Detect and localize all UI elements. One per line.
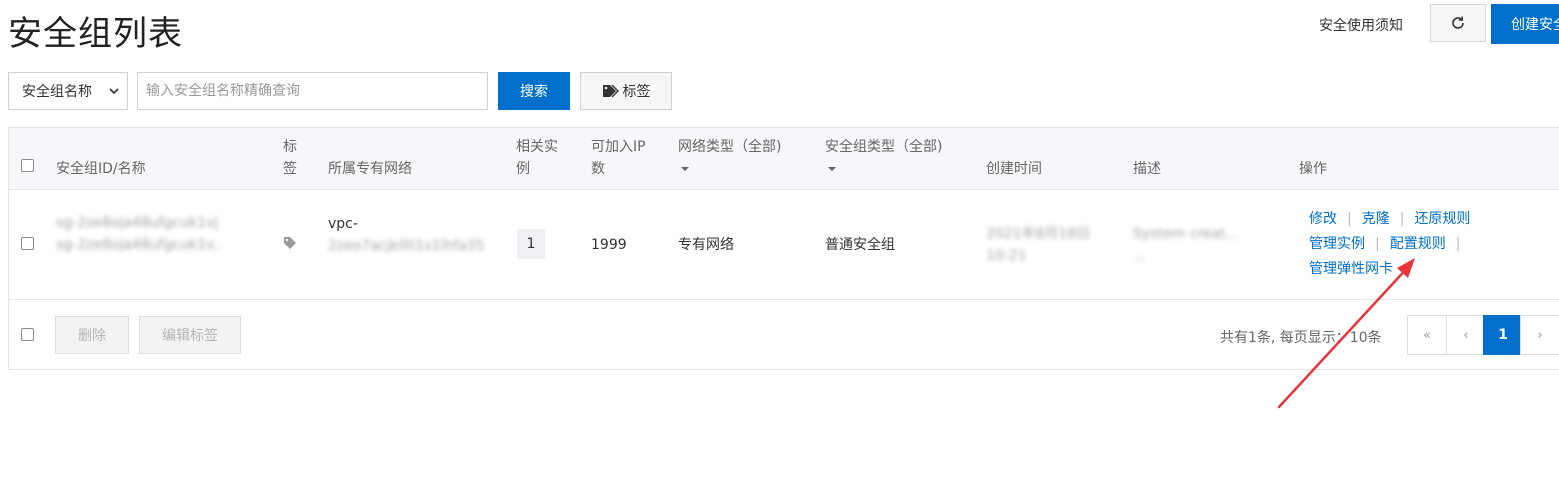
next-page-button[interactable]: › [1520, 315, 1559, 355]
edit-tags-button[interactable]: 编辑标签 [139, 316, 241, 354]
tag-icon [284, 237, 296, 249]
table-row: sg-2ze8oja48ufgcuk1vj sg-2ze8oja48ufgcuk… [9, 190, 1559, 300]
col-created: 创建时间 [986, 161, 1042, 177]
col-sg-type-filter[interactable]: 安全组类型（全部) [825, 136, 942, 180]
col-vpc: 所属专有网络 [328, 161, 412, 177]
filter-type-select[interactable]: 安全组名称 [8, 72, 128, 110]
security-group-id[interactable]: sg-2ze8oja48ufgcuk1vj sg-2ze8oja48ufgcuk… [56, 212, 222, 256]
caret-down-icon [828, 167, 836, 171]
filter-type-label: 安全组名称 [22, 84, 92, 100]
table-header: 安全组ID/名称 标签 所属专有网络 相关实例 可加入IP 数 网络类型（全部) … [9, 128, 1559, 190]
create-security-group-button[interactable]: 创建安全 [1491, 4, 1559, 44]
modify-link[interactable]: 修改 [1309, 211, 1337, 227]
row-checkbox[interactable] [21, 237, 34, 250]
security-notice-link[interactable]: 安全使用须知 [1319, 15, 1403, 35]
row-tag-icon-wrap[interactable] [283, 235, 297, 257]
col-tag: 标签 [283, 139, 297, 177]
col-ip-count: 可加入IP 数 [591, 139, 646, 177]
footer-select-all-checkbox[interactable] [21, 328, 34, 341]
manage-instances-link[interactable]: 管理实例 [1309, 236, 1365, 252]
select-all-checkbox[interactable] [21, 159, 34, 172]
row-actions: 修改 | 克隆 | 还原规则 管理实例 | 配置规则 | 管理弹性网卡 [1309, 211, 1471, 277]
refresh-button[interactable] [1430, 4, 1486, 42]
caret-down-icon [681, 167, 689, 171]
security-group-type: 普通安全组 [825, 237, 895, 253]
restore-rules-link[interactable]: 还原规则 [1414, 211, 1470, 227]
col-id-name: 安全组ID/名称 [56, 161, 146, 177]
configure-rules-link[interactable]: 配置规则 [1390, 236, 1446, 252]
col-actions: 操作 [1299, 161, 1327, 177]
prev-page-button[interactable]: ‹ [1446, 315, 1486, 355]
pagination-summary: 共有1条, 每页显示：10条 [1220, 330, 1382, 346]
first-page-button[interactable]: « [1407, 315, 1447, 355]
instance-count-badge[interactable]: 1 [517, 229, 545, 259]
security-group-table: 安全组ID/名称 标签 所属专有网络 相关实例 可加入IP 数 网络类型（全部) … [8, 127, 1559, 370]
created-time: 2021年8月18日 10:21 [986, 226, 1091, 264]
ip-count: 1999 [591, 237, 627, 253]
clone-link[interactable]: 克隆 [1362, 211, 1390, 227]
description: System creat... ... [1133, 226, 1239, 264]
search-button[interactable]: 搜索 [498, 72, 570, 110]
manage-eni-link[interactable]: 管理弹性网卡 [1309, 261, 1393, 277]
delete-button[interactable]: 删除 [55, 316, 129, 354]
page-1-button[interactable]: 1 [1483, 315, 1523, 355]
tag-icon [602, 84, 619, 98]
col-description: 描述 [1133, 161, 1161, 177]
refresh-icon [1452, 16, 1464, 29]
search-input[interactable] [137, 72, 488, 110]
table-footer: 删除 编辑标签 共有1条, 每页显示：10条 « ‹ 1 › [9, 300, 1559, 370]
network-type: 专有网络 [678, 237, 734, 253]
page-title: 安全组列表 [8, 14, 183, 54]
col-instances: 相关实例 [516, 139, 558, 177]
vpc-id[interactable]: vpc- 2zeo7acjk0li1s1lhfa35 [328, 213, 485, 257]
tag-filter-button[interactable]: 标签 [580, 72, 672, 110]
tag-filter-label: 标签 [622, 84, 651, 100]
chevron-down-icon [109, 88, 119, 95]
col-network-type-filter[interactable]: 网络类型（全部) [678, 136, 781, 180]
